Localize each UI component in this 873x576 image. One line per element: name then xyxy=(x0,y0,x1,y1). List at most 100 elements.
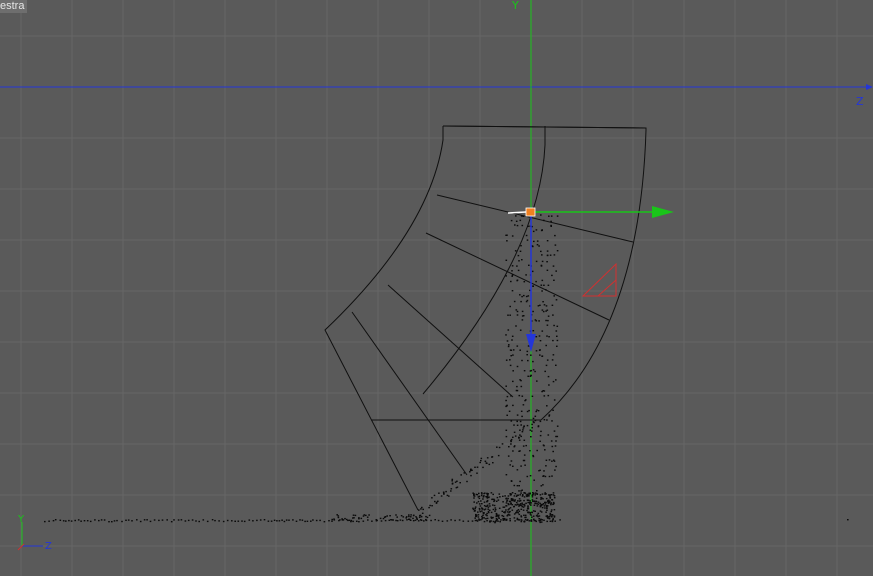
particle xyxy=(516,420,518,423)
particle xyxy=(551,460,553,462)
particle xyxy=(478,497,481,500)
particle xyxy=(44,520,46,523)
particle xyxy=(304,520,306,523)
particle xyxy=(552,450,554,453)
particle xyxy=(514,250,517,252)
particle xyxy=(526,239,529,241)
particle xyxy=(523,503,526,506)
particle xyxy=(552,314,554,316)
particle xyxy=(528,520,531,522)
particle xyxy=(450,490,452,492)
particle xyxy=(428,514,431,517)
particle xyxy=(534,494,536,496)
particle xyxy=(539,440,541,442)
particle xyxy=(500,519,502,521)
particle xyxy=(540,264,543,267)
particle xyxy=(539,494,542,496)
view-name-label[interactable]: estra xyxy=(0,0,28,13)
particle xyxy=(512,349,515,351)
particle xyxy=(331,520,333,522)
particle xyxy=(510,440,512,442)
particle xyxy=(480,492,483,494)
particle xyxy=(505,399,507,402)
particle xyxy=(532,455,535,458)
particle xyxy=(392,519,394,521)
particle xyxy=(431,497,433,499)
particle xyxy=(511,335,514,337)
z-axis-arrow-icon xyxy=(866,84,873,90)
particle xyxy=(539,510,542,512)
particle xyxy=(556,425,559,427)
particle xyxy=(534,492,537,494)
particle xyxy=(520,508,523,510)
particle xyxy=(517,512,519,514)
particle xyxy=(556,345,558,347)
particle xyxy=(512,370,514,372)
particle xyxy=(555,379,557,381)
particle xyxy=(549,254,552,256)
particle xyxy=(211,519,214,521)
particle xyxy=(543,519,545,521)
particle xyxy=(539,304,541,306)
particle xyxy=(354,514,357,517)
particle xyxy=(510,355,512,357)
particle xyxy=(540,430,542,433)
particle xyxy=(512,450,514,452)
particle xyxy=(476,472,478,474)
particle xyxy=(509,364,512,367)
particle xyxy=(529,429,532,431)
particle xyxy=(525,494,528,496)
viewport-canvas[interactable] xyxy=(0,0,873,576)
particle xyxy=(536,514,539,516)
particle xyxy=(546,405,548,407)
particle xyxy=(535,501,538,503)
particle xyxy=(62,520,65,522)
particle xyxy=(510,460,513,462)
particle xyxy=(475,493,478,496)
particle xyxy=(505,359,508,361)
particle xyxy=(494,507,497,509)
editor-viewport[interactable]: estra Y Z Y Z xyxy=(0,0,873,576)
particle xyxy=(535,280,537,283)
particle xyxy=(516,518,519,521)
particle xyxy=(536,449,538,452)
particle xyxy=(481,517,484,519)
particle xyxy=(292,519,294,521)
particle xyxy=(518,510,521,512)
particle xyxy=(108,521,110,523)
particle xyxy=(555,435,557,438)
particle xyxy=(545,515,548,517)
particle xyxy=(554,469,556,471)
particle xyxy=(450,519,452,521)
particle xyxy=(501,510,504,512)
particle xyxy=(551,420,553,422)
particle xyxy=(540,503,542,506)
particle xyxy=(509,494,512,496)
particle xyxy=(396,520,399,522)
particle xyxy=(542,498,544,500)
particle xyxy=(504,512,506,514)
particle xyxy=(486,520,488,522)
particle xyxy=(487,493,489,495)
particle xyxy=(514,435,517,437)
particle xyxy=(480,457,483,460)
particle xyxy=(353,517,355,519)
particle xyxy=(496,515,498,517)
particle xyxy=(492,493,494,496)
particle xyxy=(531,496,534,498)
particle xyxy=(367,519,369,521)
particle xyxy=(508,500,511,503)
particle xyxy=(276,520,278,522)
particle xyxy=(515,215,517,217)
particle xyxy=(541,309,544,311)
particle xyxy=(83,520,86,522)
particle xyxy=(520,300,522,303)
particle xyxy=(516,510,518,512)
particle xyxy=(521,505,523,508)
particle xyxy=(521,259,523,261)
particle xyxy=(552,501,555,504)
particle xyxy=(529,370,532,372)
particle xyxy=(530,436,532,438)
particle xyxy=(419,514,422,517)
particle xyxy=(526,299,529,302)
